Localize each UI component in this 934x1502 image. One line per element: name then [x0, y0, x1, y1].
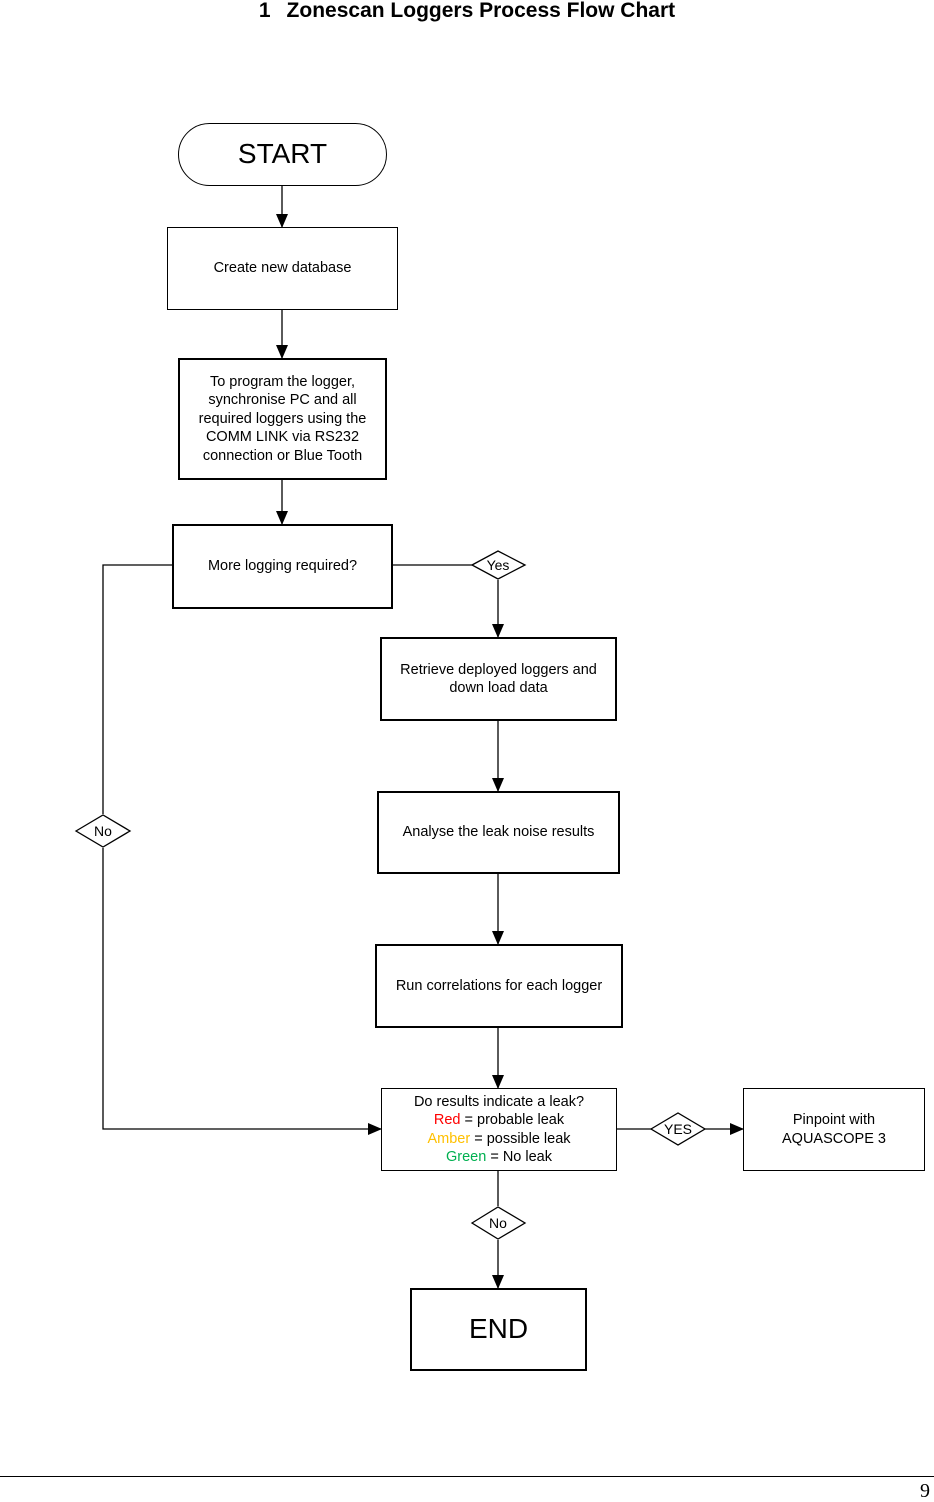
text-line: required loggers using the — [198, 410, 367, 427]
branch-label-yes: Yes — [486, 557, 510, 573]
edge-no-leak — [102, 848, 382, 1135]
text-line: synchronise PC and all — [208, 392, 357, 409]
flow-connectors — [74, 186, 744, 1289]
process-label: Pinpoint with AQUASCOPE 3 — [782, 1111, 886, 1148]
legend-color-name: Red — [433, 1112, 461, 1128]
legend-red: Red = probable leak — [414, 1111, 584, 1130]
process-analyse-results: Analyse the leak noise results — [377, 791, 620, 874]
edge-more-no — [102, 564, 173, 814]
process-label: More logging required? — [207, 558, 358, 575]
legend-meaning: = possible leak — [474, 1130, 571, 1147]
legend-meaning: = probable leak — [464, 1112, 565, 1128]
process-label: Do results indicate a leak? Red = probab… — [414, 1093, 584, 1167]
decision-more-logging: More logging required? — [172, 524, 393, 609]
process-label: To program the logger, synchronise PC an… — [199, 373, 367, 466]
branch-label-leak-yes: YES — [663, 1121, 692, 1137]
text-line: Pinpoint with — [792, 1112, 876, 1128]
decision-leak: Do results indicate a leak? Red = probab… — [381, 1088, 617, 1171]
process-label: Retrieve deployed loggers and down load … — [400, 661, 597, 698]
footer-divider — [0, 1476, 934, 1477]
start-terminal: START — [178, 123, 387, 186]
process-retrieve-loggers: Retrieve deployed loggers and down load … — [380, 637, 617, 721]
text-line: To program the logger, — [209, 373, 356, 390]
legend-amber: Amber = possible leak — [414, 1130, 584, 1149]
process-program-logger: To program the logger, synchronise PC an… — [178, 358, 387, 480]
branch-label-leak-no: No — [489, 1215, 507, 1231]
branch-label-no: No — [94, 823, 112, 839]
end-label: END — [468, 1313, 529, 1345]
process-label: Analyse the leak noise results — [402, 824, 595, 841]
text-line: AQUASCOPE 3 — [782, 1130, 886, 1147]
process-label: Run correlations for each logger — [395, 977, 603, 994]
decision-question: Do results indicate a leak? — [413, 1093, 585, 1110]
legend-green: Green = No leak — [414, 1148, 584, 1167]
start-label: START — [237, 138, 328, 170]
legend-meaning: = No leak — [490, 1149, 552, 1165]
process-run-correlations: Run correlations for each logger — [375, 944, 623, 1028]
text-line: Retrieve deployed loggers and — [400, 661, 597, 678]
page-number: 9 — [920, 1480, 930, 1502]
text-line: connection or Blue Tooth — [202, 447, 363, 464]
end-terminal: END — [410, 1288, 587, 1371]
process-label: Create new database — [213, 260, 352, 277]
text-line: down load data — [449, 680, 548, 696]
process-pinpoint: Pinpoint with AQUASCOPE 3 — [743, 1088, 925, 1171]
text-line: COMM LINK via RS232 — [205, 429, 360, 446]
legend-color-name: Amber — [427, 1130, 471, 1147]
process-create-database: Create new database — [167, 227, 398, 310]
legend-color-name: Green — [445, 1149, 487, 1165]
